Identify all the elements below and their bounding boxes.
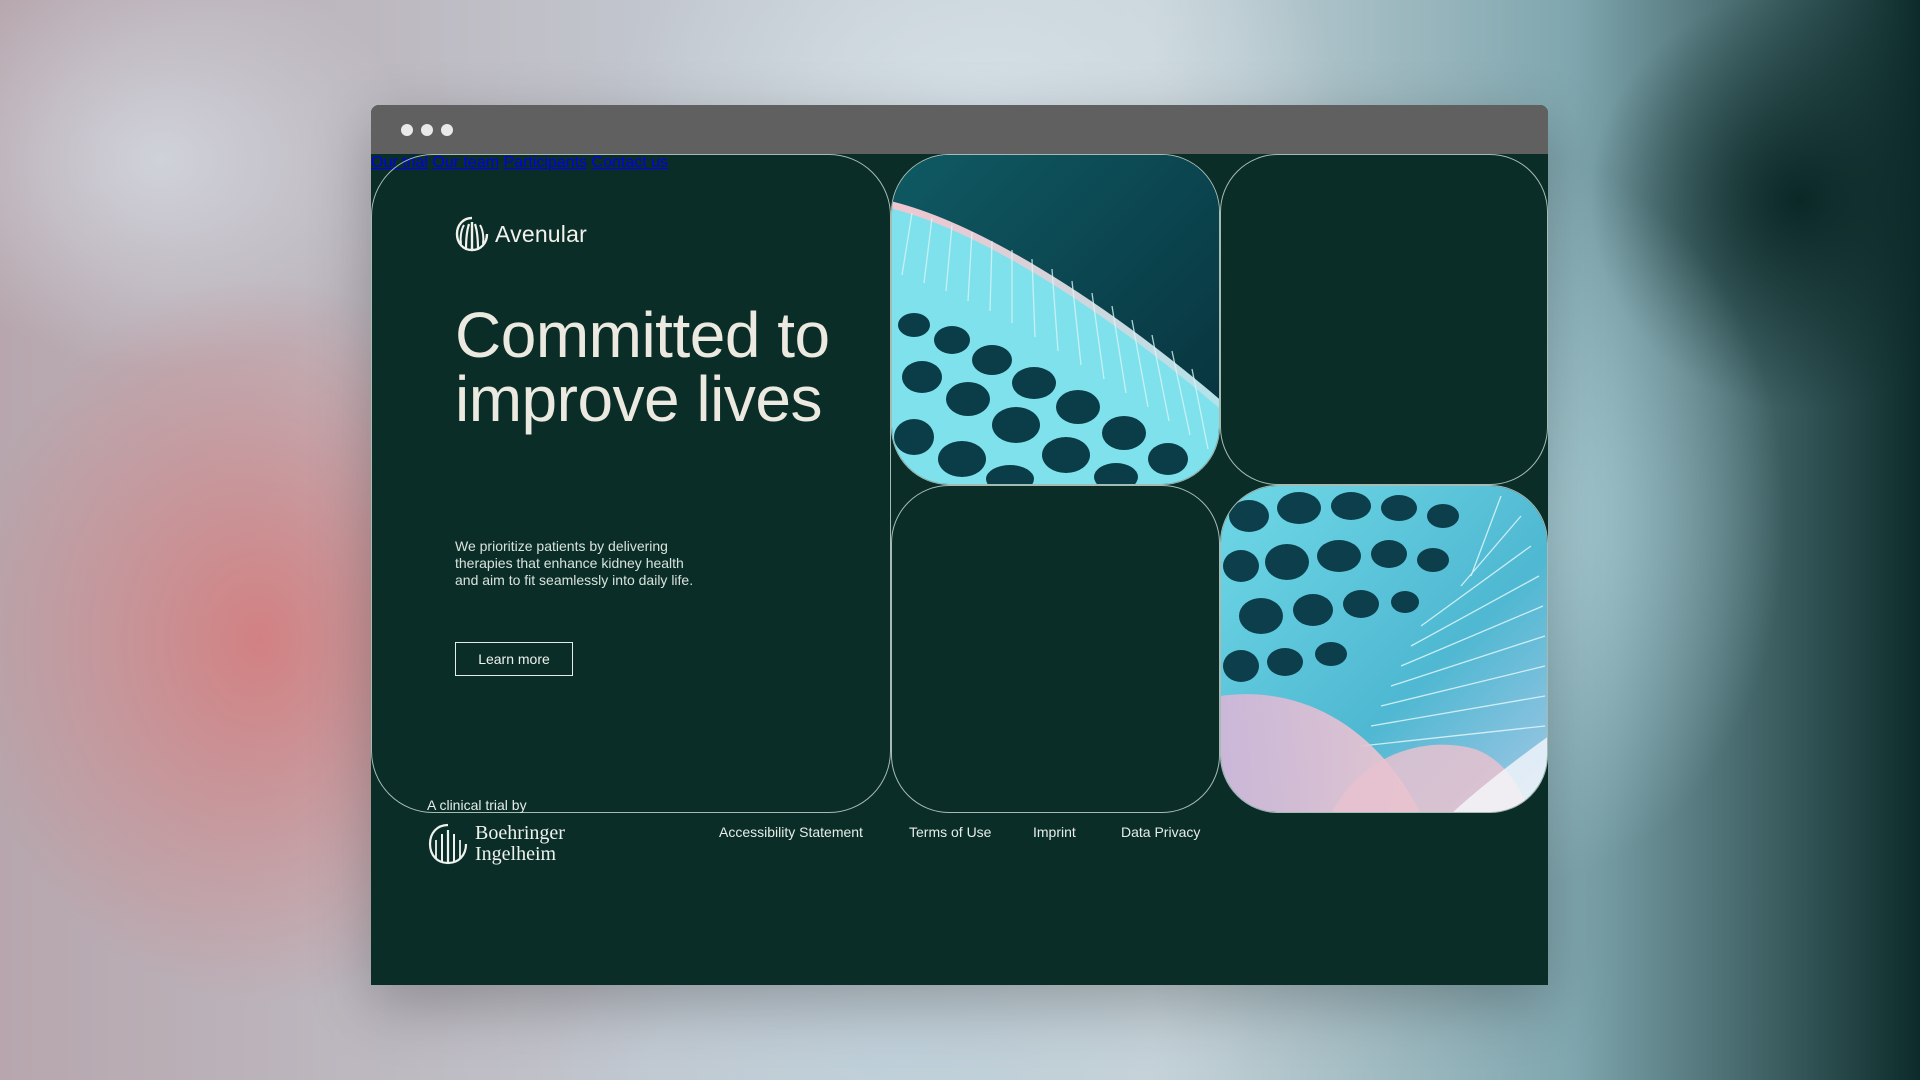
boehringer-ingelheim-logo[interactable]: Boehringer Ingelheim [427,822,565,866]
sponsor-label: A clinical trial by [427,797,527,813]
brand-logo[interactable]: Avenular [455,216,587,252]
footer-link-imprint[interactable]: Imprint [1033,824,1076,840]
cell-network-image [1221,486,1547,812]
image-tile-cells-bottom [1220,485,1548,813]
image-tile-cells-top [891,154,1220,485]
sponsor-name: Boehringer Ingelheim [475,823,565,865]
empty-tile-bottom-middle [891,485,1220,813]
avenular-logo-icon [455,216,489,252]
empty-tile-top-right [1220,154,1548,485]
boehringer-ingelheim-icon [428,823,468,865]
window-titlebar [371,105,1548,154]
browser-window: Avenular Committed to improve lives We p… [371,105,1548,985]
hero-intro: We prioritize patients by delivering the… [455,538,694,588]
sponsor-name-line1: Boehringer [475,822,565,844]
footer-link-data-privacy[interactable]: Data Privacy [1121,824,1200,840]
footer-link-accessibility[interactable]: Accessibility Statement [719,824,863,840]
footer-link-terms[interactable]: Terms of Use [909,824,991,840]
window-close-dot[interactable] [401,124,413,136]
learn-more-button[interactable]: Learn more [455,642,573,676]
sponsor-name-line2: Ingelheim [475,843,557,865]
window-maximize-dot[interactable] [441,124,453,136]
brand-name: Avenular [495,220,587,247]
hero-headline: Committed to improve lives [455,299,830,435]
page-content: Avenular Committed to improve lives We p… [371,154,1548,985]
hero-card: Avenular Committed to improve lives We p… [371,154,891,813]
cell-structure-image [892,155,1219,484]
window-minimize-dot[interactable] [421,124,433,136]
